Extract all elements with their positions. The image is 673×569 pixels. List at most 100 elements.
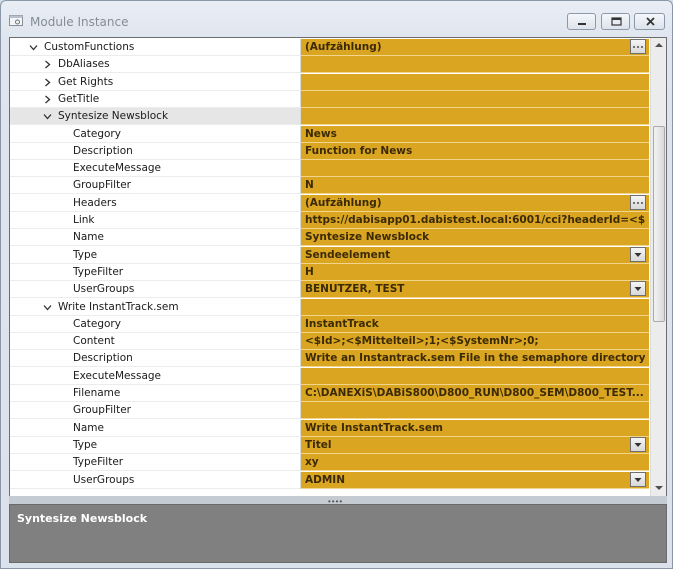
property-row[interactable]: Name Write InstantTrack.sem [10, 419, 649, 437]
property-row[interactable]: TypeFilter H [10, 263, 649, 281]
property-name-cell[interactable]: Category [10, 315, 300, 333]
property-name-cell[interactable]: Get Rights [10, 73, 300, 91]
property-row[interactable]: Syntesize Newsblock [10, 108, 649, 126]
maximize-button[interactable] [601, 13, 630, 30]
minimize-button[interactable] [567, 13, 596, 30]
property-name-cell[interactable]: DbAliases [10, 56, 300, 74]
chevron-right-icon[interactable] [43, 60, 52, 69]
property-value-cell[interactable]: Write InstantTrack.sem [301, 419, 649, 437]
property-value-cell[interactable]: H [301, 263, 649, 281]
property-row[interactable]: Name Syntesize Newsblock [10, 229, 649, 247]
dropdown-button[interactable] [630, 281, 646, 297]
chevron-down-icon[interactable] [43, 112, 52, 121]
chevron-down-icon[interactable] [29, 43, 38, 52]
property-value-cell[interactable]: News [301, 125, 649, 143]
property-value-cell[interactable]: Function for News [301, 142, 649, 160]
property-value-cell[interactable] [301, 367, 649, 385]
property-value-cell[interactable]: Write an Instantrack.sem File in the sem… [301, 350, 649, 368]
property-row[interactable]: UserGroups ADMIN [10, 471, 649, 489]
property-name-cell[interactable]: Type [10, 436, 300, 454]
property-row[interactable]: TypeFilter xy [10, 454, 649, 472]
dropdown-button[interactable] [630, 471, 646, 487]
chevron-down-icon[interactable] [43, 303, 52, 312]
property-value-cell[interactable] [301, 298, 649, 316]
pane-splitter[interactable]: •••• [9, 496, 667, 506]
property-name-cell[interactable]: UserGroups [10, 281, 300, 299]
property-value-cell[interactable] [301, 73, 649, 91]
scrollbar-thumb[interactable] [653, 126, 665, 322]
close-button[interactable] [634, 13, 665, 30]
property-row[interactable]: Write InstantTrack.sem [10, 298, 649, 316]
property-row[interactable]: Link https://dabisapp01.dabistest.local:6… [10, 212, 649, 229]
property-row[interactable]: GroupFilter [10, 402, 649, 420]
property-value-cell[interactable]: xy [301, 454, 649, 472]
property-row[interactable]: Content <$Id>;<$Mittelteil>;1;<$SystemNr>… [10, 333, 649, 351]
property-name-cell[interactable]: Type [10, 246, 300, 264]
property-name-cell[interactable]: Name [10, 419, 300, 437]
property-row[interactable]: Description Write an Instantrack.sem File… [10, 350, 649, 368]
property-row[interactable]: Description Function for News [10, 142, 649, 160]
vertical-scrollbar[interactable] [650, 38, 666, 496]
dropdown-button[interactable] [630, 246, 646, 262]
property-value-cell[interactable] [301, 160, 649, 178]
chevron-right-icon[interactable] [43, 95, 52, 104]
property-row[interactable]: ExecuteMessage [10, 160, 649, 178]
property-name-cell[interactable]: Headers [10, 194, 300, 212]
property-value-cell[interactable]: N [301, 177, 649, 195]
property-name-cell[interactable]: GroupFilter [10, 402, 300, 420]
property-name-cell[interactable]: Description [10, 350, 300, 368]
property-name-cell[interactable]: GetTitle [10, 90, 300, 108]
property-value-cell[interactable]: ADMIN [301, 471, 649, 489]
property-row[interactable]: Filename C:\DANEXiS\DABiS800\D800_RUN\D80… [10, 385, 649, 402]
property-value-cell[interactable]: (Aufzählung) [301, 194, 649, 212]
property-row[interactable]: Category InstantTrack [10, 315, 649, 333]
chevron-right-icon[interactable] [43, 78, 52, 87]
property-value-cell[interactable]: Syntesize Newsblock [301, 229, 649, 247]
property-name-cell[interactable]: Content [10, 333, 300, 351]
property-value-cell[interactable]: BENUTZER, TEST [301, 281, 649, 299]
ellipsis-button[interactable] [630, 194, 646, 210]
property-row[interactable]: Category News [10, 125, 649, 143]
property-row[interactable]: Type Titel [10, 436, 649, 454]
property-value-cell[interactable] [301, 90, 649, 108]
property-name-cell[interactable]: TypeFilter [10, 263, 300, 281]
property-row[interactable]: UserGroups BENUTZER, TEST [10, 281, 649, 299]
property-row[interactable]: ExecuteMessage [10, 367, 649, 385]
property-name-cell[interactable]: Category [10, 125, 300, 143]
property-value-cell[interactable] [301, 108, 649, 126]
property-value-cell[interactable] [301, 402, 649, 420]
property-name-cell[interactable]: Description [10, 142, 300, 160]
property-value-cell[interactable]: (Aufzählung) [301, 39, 649, 56]
property-value-cell[interactable]: https://dabisapp01.dabistest.local:6001/… [301, 212, 649, 229]
property-name-cell[interactable]: ExecuteMessage [10, 160, 300, 178]
property-name-cell[interactable]: Write InstantTrack.sem [10, 298, 300, 316]
property-name-cell[interactable]: CustomFunctions [10, 39, 300, 56]
property-value-cell[interactable]: Sendeelement [301, 246, 649, 264]
property-value-cell[interactable]: C:\DANEXiS\DABiS800\D800_RUN\D800_SEM\D8… [301, 385, 649, 402]
property-row[interactable]: Type Sendeelement [10, 246, 649, 264]
property-name-cell[interactable]: Name [10, 229, 300, 247]
ellipsis-button[interactable] [630, 39, 646, 54]
property-value-cell[interactable]: <$Id>;<$Mittelteil>;1;<$SystemNr>;0; [301, 333, 649, 351]
property-row[interactable]: Get Rights [10, 73, 649, 91]
scroll-up-icon[interactable] [654, 41, 664, 49]
property-name-cell[interactable]: GroupFilter [10, 177, 300, 195]
dropdown-button[interactable] [630, 436, 646, 452]
title-bar[interactable]: Module Instance [1, 1, 672, 37]
property-name-cell[interactable]: Syntesize Newsblock [10, 108, 300, 126]
property-row[interactable]: CustomFunctions (Aufzählung) [10, 39, 649, 56]
property-name-cell[interactable]: TypeFilter [10, 454, 300, 472]
property-name-cell[interactable]: UserGroups [10, 471, 300, 489]
property-value-cell[interactable]: Titel [301, 436, 649, 454]
property-row[interactable]: Headers (Aufzählung) [10, 194, 649, 212]
property-value: BENUTZER, TEST [305, 283, 405, 296]
property-row[interactable]: GroupFilter N [10, 177, 649, 195]
property-row[interactable]: DbAliases [10, 56, 649, 74]
property-name-cell[interactable]: ExecuteMessage [10, 367, 300, 385]
property-value-cell[interactable]: InstantTrack [301, 315, 649, 333]
property-value-cell[interactable] [301, 56, 649, 74]
property-row[interactable]: GetTitle [10, 90, 649, 108]
scroll-down-icon[interactable] [654, 484, 664, 492]
property-name-cell[interactable]: Link [10, 212, 300, 229]
property-name-cell[interactable]: Filename [10, 385, 300, 402]
